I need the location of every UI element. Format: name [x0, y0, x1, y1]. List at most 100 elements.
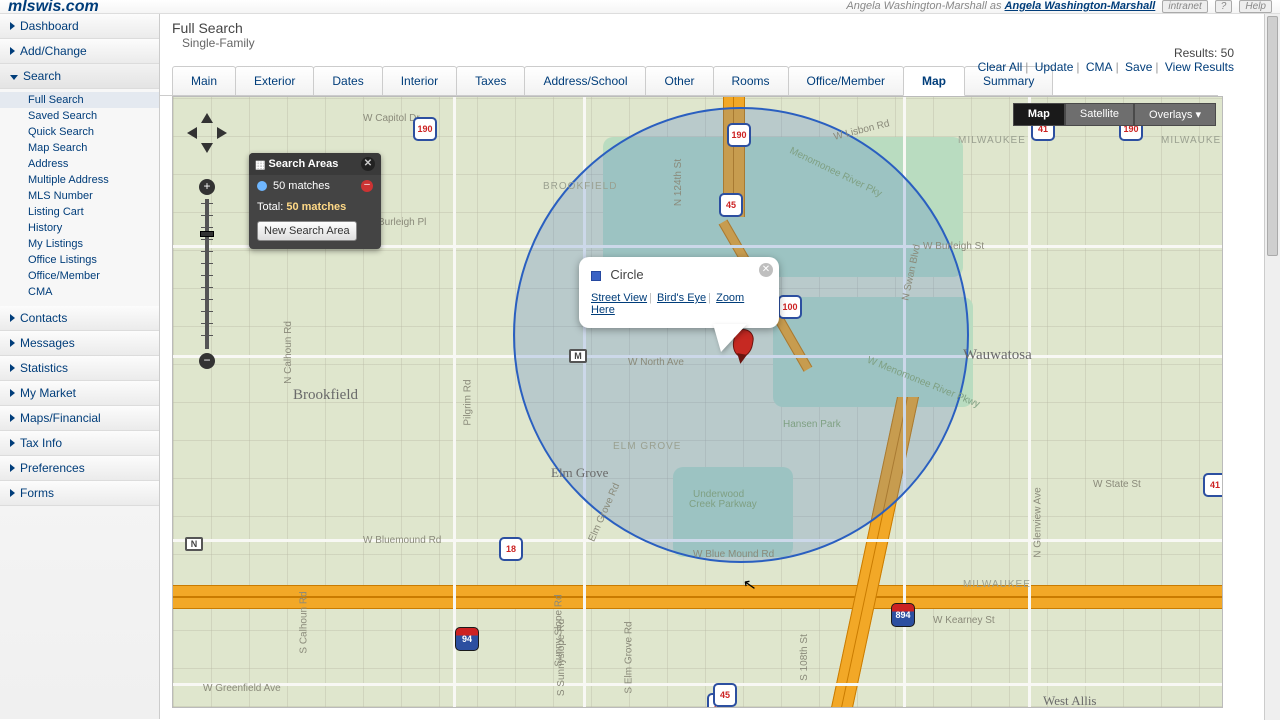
tab-exterior[interactable]: Exterior [235, 66, 314, 95]
sidebar-item-dashboard[interactable]: Dashboard [0, 14, 159, 39]
sidebar-item-preferences[interactable]: Preferences [0, 456, 159, 481]
shield-100: 100 [778, 295, 802, 319]
road-label: W Kearney St [933, 615, 995, 626]
zoom-in-button[interactable]: + [199, 179, 215, 195]
subnav-map-search[interactable]: Map Search [0, 140, 159, 156]
tab-address-school[interactable]: Address/School [524, 66, 646, 95]
zoom-out-button[interactable]: − [199, 353, 215, 369]
intranet-button[interactable]: intranet [1162, 0, 1207, 13]
sidebar-item-statistics[interactable]: Statistics [0, 356, 159, 381]
tab-taxes[interactable]: Taxes [456, 66, 525, 95]
user-info: Angela Washington-Marshall as Angela Was… [846, 0, 1272, 13]
map-canvas[interactable]: Brookfield Wauwatosa Elm Grove West Alli… [172, 96, 1223, 708]
shield-m: M [569, 349, 587, 363]
subnav-cma[interactable]: CMA [0, 284, 159, 300]
road-label: S Elm Grove Rd [624, 621, 635, 693]
neighborhood-label: MILWAUKEE [958, 135, 1026, 146]
shield-18: 18 [499, 537, 523, 561]
sidebar: Dashboard Add/Change Search Full Search … [0, 14, 160, 719]
road-label: S Sunnyslope Rd [556, 619, 567, 696]
city-label: Wauwatosa [963, 347, 1032, 364]
maptype-overlays[interactable]: Overlays [1134, 103, 1216, 126]
subnav-quick-search[interactable]: Quick Search [0, 124, 159, 140]
user-link[interactable]: Angela Washington-Marshall [1005, 0, 1156, 12]
pan-up[interactable] [201, 113, 213, 123]
results-count: Results: 50 [978, 46, 1234, 60]
sidebar-item-messages[interactable]: Messages [0, 331, 159, 356]
tab-dates[interactable]: Dates [313, 66, 382, 95]
vertical-scrollbar[interactable] [1264, 14, 1280, 720]
pan-left[interactable] [187, 127, 197, 139]
neighborhood-label: ELM GROVE [613, 441, 681, 452]
link-cma[interactable]: CMA [1086, 60, 1113, 74]
tab-main[interactable]: Main [172, 66, 236, 95]
subnav-mls-number[interactable]: MLS Number [0, 188, 159, 204]
page-title: Full Search [172, 20, 1268, 36]
tab-rooms[interactable]: Rooms [713, 66, 789, 95]
help-button[interactable]: Help [1239, 0, 1272, 13]
link-save[interactable]: Save [1125, 60, 1152, 74]
neighborhood-label: MILWAUKEE [963, 579, 1031, 590]
close-icon[interactable]: ✕ [759, 263, 773, 277]
sidebar-item-forms[interactable]: Forms [0, 481, 159, 506]
road [453, 97, 456, 708]
maptype-map[interactable]: Map [1013, 103, 1065, 126]
road-label: S 108th St [799, 634, 810, 681]
tab-office-member[interactable]: Office/Member [788, 66, 904, 95]
subnav-address[interactable]: Address [0, 156, 159, 172]
road [1028, 97, 1031, 708]
help-icon[interactable]: ? [1215, 0, 1233, 13]
shield-190: 190 [727, 123, 751, 147]
highway [173, 585, 1223, 597]
road-label: W Greenfield Ave [203, 683, 281, 694]
search-areas-panel[interactable]: ▦ Search Areas✕ 50 matches– Total: 50 ma… [249, 153, 381, 249]
sidebar-item-mymarket[interactable]: My Market [0, 381, 159, 406]
remove-area-icon[interactable]: – [361, 180, 373, 192]
road-label: W Bluemound Rd [363, 535, 441, 546]
scroll-thumb[interactable] [1267, 16, 1278, 256]
road-label: N Glenview Ave [1033, 487, 1044, 557]
subnav-multiple-address[interactable]: Multiple Address [0, 172, 159, 188]
sidebar-item-addchange[interactable]: Add/Change [0, 39, 159, 64]
popup-link-streetview[interactable]: Street View [591, 292, 647, 304]
zoom-handle[interactable] [200, 231, 214, 237]
subnav-office-listings[interactable]: Office Listings [0, 252, 159, 268]
map-type-switch: Map Satellite Overlays [1013, 103, 1216, 126]
sidebar-item-mapsfinancial[interactable]: Maps/Financial [0, 406, 159, 431]
zoom-slider[interactable] [205, 199, 209, 349]
sidebar-item-taxinfo[interactable]: Tax Info [0, 431, 159, 456]
road-label: Pilgrim Rd [463, 379, 474, 425]
road-label: S Calhoun Rd [299, 591, 310, 653]
layers-icon: ▦ [255, 158, 265, 171]
sidebar-item-contacts[interactable]: Contacts [0, 306, 159, 331]
shield-45: 45 [713, 683, 737, 707]
tab-other[interactable]: Other [645, 66, 713, 95]
popup-link-birdseye[interactable]: Bird's Eye [657, 292, 706, 304]
city-label: Brookfield [293, 387, 358, 404]
tab-map[interactable]: Map [903, 66, 965, 96]
area-match-count: 50 matches [273, 180, 330, 192]
link-update[interactable]: Update [1035, 60, 1074, 74]
sidebar-item-search[interactable]: Search [0, 64, 159, 89]
subnav-full-search[interactable]: Full Search [0, 92, 159, 108]
area-dot-icon [257, 181, 267, 191]
road-label: N 124th St [673, 159, 684, 206]
subnav-listing-cart[interactable]: Listing Cart [0, 204, 159, 220]
road-label: W North Ave [628, 357, 684, 368]
subnav-history[interactable]: History [0, 220, 159, 236]
shield-i94: 94 [455, 627, 479, 651]
subnav-saved-search[interactable]: Saved Search [0, 108, 159, 124]
link-view-results[interactable]: View Results [1165, 60, 1234, 74]
pan-right[interactable] [217, 127, 227, 139]
shield-n: N [185, 537, 203, 551]
close-icon[interactable]: ✕ [361, 157, 375, 171]
pan-down[interactable] [201, 143, 213, 153]
subnav-my-listings[interactable]: My Listings [0, 236, 159, 252]
city-label: Elm Grove [551, 465, 608, 481]
subnav-office-member[interactable]: Office/Member [0, 268, 159, 284]
shield-45: 45 [719, 193, 743, 217]
tab-interior[interactable]: Interior [382, 66, 457, 95]
new-search-area-button[interactable]: New Search Area [257, 221, 357, 241]
link-clear-all[interactable]: Clear All [978, 60, 1023, 74]
maptype-satellite[interactable]: Satellite [1065, 103, 1134, 126]
